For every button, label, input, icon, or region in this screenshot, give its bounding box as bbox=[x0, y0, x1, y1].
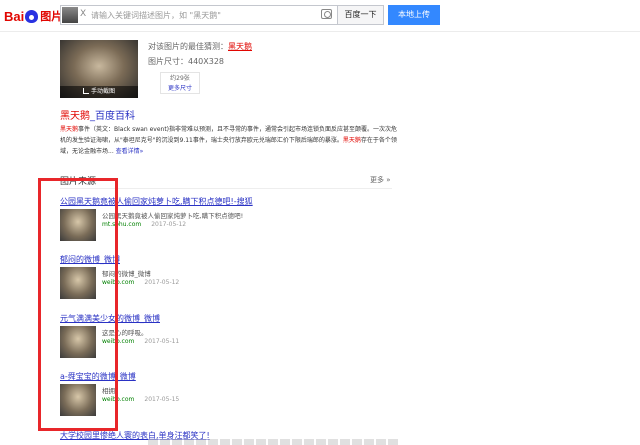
truncated-snippet bbox=[148, 439, 398, 445]
baidu-image-logo[interactable]: Bai 图片 bbox=[4, 6, 62, 26]
result-date: 2017-05-12 bbox=[151, 221, 187, 228]
logo-suffix: 图片 bbox=[40, 10, 63, 23]
baike-summary: 黑天鹅事件（英文：Black swan event)指非常难以预测，且不寻常的事… bbox=[60, 124, 400, 157]
baike-title-link[interactable]: 黑天鹅_百度百科 bbox=[60, 107, 135, 122]
upload-button[interactable]: 本地上传 bbox=[388, 5, 440, 25]
baike-text-keyword: 黑天鹅 bbox=[60, 126, 79, 133]
camera-icon[interactable] bbox=[321, 9, 332, 19]
query-image-preview[interactable]: 手动截图 bbox=[60, 40, 138, 98]
baike-keyword: 黑天鹅 bbox=[60, 111, 90, 122]
crop-label: 手动截图 bbox=[90, 88, 115, 95]
view-detail-link[interactable]: 查看详情» bbox=[116, 148, 144, 155]
result-date: 2017-05-15 bbox=[144, 396, 180, 403]
result-description: 公园黑天鹅竟被人偷回家炖萝卜吃,瞒下积点德吧! bbox=[102, 212, 244, 220]
more-sizes-box[interactable]: 约29张 更多尺寸 bbox=[160, 72, 200, 94]
baike-title-suffix: _百度百科 bbox=[90, 111, 135, 122]
image-size-label: 图片尺寸： bbox=[148, 57, 188, 66]
manual-crop-tag[interactable]: 手动截图 bbox=[60, 86, 138, 98]
best-guess: 对该图片的最佳猜测：黑天鹅 bbox=[148, 41, 252, 52]
best-guess-label: 对该图片的最佳猜测： bbox=[148, 42, 228, 51]
crop-icon bbox=[82, 88, 89, 94]
similar-count: 约29张 bbox=[170, 75, 190, 82]
image-size-value: 440X328 bbox=[188, 57, 225, 66]
close-icon[interactable]: X bbox=[80, 9, 86, 19]
result-date: 2017-05-12 bbox=[144, 279, 180, 286]
query-image-thumbnail bbox=[62, 7, 78, 23]
result-date: 2017-05-11 bbox=[144, 338, 180, 345]
image-size: 图片尺寸：440X328 bbox=[148, 56, 224, 67]
more-sources-link[interactable]: 更多 » bbox=[370, 175, 391, 185]
best-guess-link[interactable]: 黑天鹅 bbox=[228, 42, 252, 51]
search-input[interactable] bbox=[91, 6, 311, 24]
search-button[interactable]: 百度一下 bbox=[338, 5, 384, 25]
more-sizes-link[interactable]: 更多尺寸 bbox=[161, 84, 199, 94]
search-box: X bbox=[60, 5, 338, 25]
logo-text: Bai bbox=[4, 8, 25, 24]
top-bar: Bai 图片 X 百度一下 本地上传 bbox=[0, 0, 640, 32]
highlight-annotation-box bbox=[38, 178, 118, 431]
paw-icon bbox=[25, 9, 39, 23]
baike-text-keyword-2: 黑天鹅 bbox=[342, 137, 361, 144]
